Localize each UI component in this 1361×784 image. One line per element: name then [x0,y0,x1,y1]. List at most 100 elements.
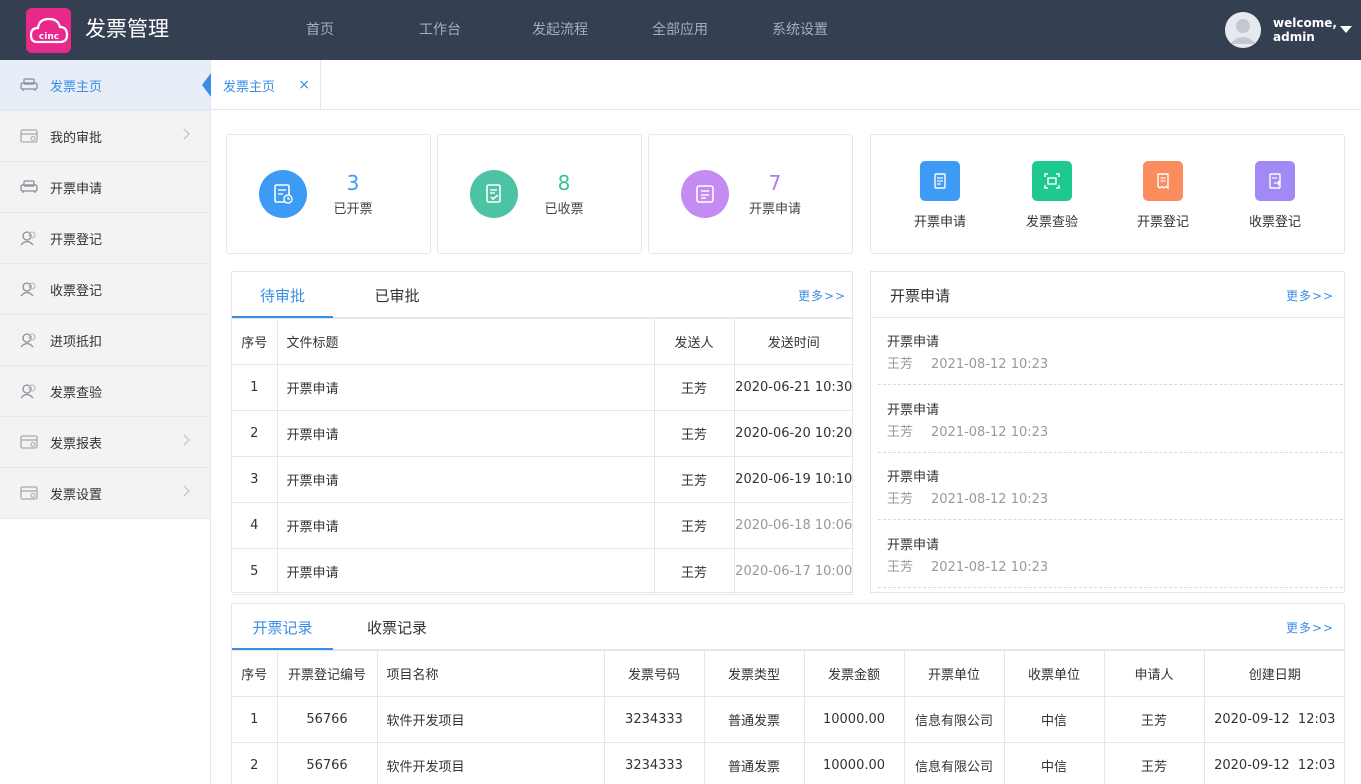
records-more-link[interactable]: 更多>> [1286,619,1334,636]
sidebar-item-invoice-verify[interactable]: 发票查验 [0,366,210,417]
stat-card-received[interactable]: 8 已收票 [437,134,642,254]
active-indicator [202,73,211,97]
table-row[interactable]: 2 开票申请 王芳 2020-06-20 10:20 [232,410,853,457]
quick-action-invoice-verify[interactable]: 发票查验 [1007,161,1097,230]
cell-created-date: 2020-09-12 12:03 [1203,696,1345,743]
card-icon [20,433,38,451]
tab-close-icon[interactable]: × [298,77,310,93]
cell-invoice-no: 3234333 [603,742,705,784]
apply-item-time: 2021-08-12 10:23 [931,492,1049,507]
top-bar: cinc 发票管理 首页 工作台 发起流程 全部应用 系统设置 welcome,… [0,0,1361,60]
topnav-start-process[interactable]: 发起流程 [500,0,620,60]
quick-action-receive-register[interactable]: 收票登记 [1230,161,1320,230]
col-register-no: 开票登记编号 [276,650,378,697]
apply-more-link[interactable]: 更多>> [1286,287,1334,304]
table-row[interactable]: 2 56766 软件开发项目 3234333 普通发票 10000.00 信息有限公司 中信王… [232,742,1345,784]
col-send-time: 发送时间 [733,318,853,365]
app-logo[interactable]: cinc [26,8,71,53]
quick-action-icon [1032,161,1072,201]
sidebar-item-home[interactable]: 发票主页 [0,60,211,111]
cloud-logo-icon: cinc [29,17,68,43]
stat-card-issued[interactable]: 3 已开票 [226,134,431,254]
table-row[interactable]: 3 开票申请 王芳 2020-06-19 10:10 [232,456,853,503]
cell-invoice-type: 普通发票 [703,742,805,784]
cell-applicant: 王芳 [1103,696,1205,743]
app-title: 发票管理 [85,17,169,41]
table-row[interactable]: 1 56766 软件开发项目 3234333 普通发票 10000.00 信息有限公司 中信王… [232,696,1345,743]
cell-register-no: 56766 [276,742,378,784]
sidebar-item-input-deduction[interactable]: 进项抵扣 [0,315,210,366]
cell-invoice-amount: 10000.00 [803,742,905,784]
apply-item-name: 王芳 [887,492,914,507]
table-row[interactable]: 5 开票申请 王芳 2020-06-17 10:00 [232,548,853,595]
col-sender: 发送人 [653,318,735,365]
col-invoice-type: 发票类型 [703,650,805,697]
sidebar-item-label: 收票登记 [50,283,103,299]
cell-invoice-amount: 10000.00 [803,696,905,743]
tab-issue-records[interactable]: 开票记录 [232,604,333,650]
sidebar-item-invoice-report[interactable]: 发票报表 [0,417,210,468]
cell-title: 开票申请 [276,410,655,457]
stat-icon [470,170,518,218]
cell-sender: 王芳 [653,456,735,503]
col-created-date: 创建日期 [1203,650,1345,697]
apply-item-title: 开票申请 [887,537,940,553]
list-item[interactable]: 开票申请 王芳 2021-08-12 10:23 [878,318,1343,385]
tab-approved[interactable]: 已审批 [347,272,447,318]
topnav-workbench[interactable]: 工作台 [380,0,500,60]
stat-label: 已开票 [333,202,373,217]
topnav-all-apps[interactable]: 全部应用 [620,0,740,60]
list-item[interactable]: 开票申请 王芳 2021-08-12 10:23 [878,453,1343,520]
apply-panel-header: 开票申请 更多>> [871,272,1344,318]
sidebar-item-invoice-issue-register[interactable]: 开票登记 [0,213,210,264]
sidebar-item-invoice-settings[interactable]: 发票设置 [0,468,210,519]
col-receiver: 收票单位 [1003,650,1105,697]
cell-sender: 王芳 [653,548,735,595]
sidebar-item-label: 进项抵扣 [50,334,103,350]
avatar[interactable] [1225,12,1261,48]
stat-icon [259,170,307,218]
apply-item-name: 王芳 [887,424,914,440]
approval-table-header: 序号 文件标题 发送人 发送时间 [232,318,853,365]
chevron-right-icon [178,128,190,140]
apply-item-meta: 王芳 2021-08-12 10:23 [887,556,1048,575]
sidebar-item-label: 开票申请 [50,181,103,197]
tab-pending-approval[interactable]: 待审批 [232,272,333,318]
approval-panel: 待审批 已审批 更多>> 序号 文件标题 发送人 发送时间 1 开票申请 王芳 202… [231,271,853,595]
sidebar-item-my-approval[interactable]: 我的审批 [0,111,210,162]
col-no: 序号 [232,650,278,697]
table-row[interactable]: 4 开票申请 王芳 2020-06-18 10:06 [232,502,853,549]
cell-sender: 王芳 [653,502,735,549]
sidebar-item-invoice-apply[interactable]: 开票申请 [0,162,210,213]
list-item[interactable]: 开票申请王芳 2021-08-12 10:23 [878,521,1343,588]
quick-action-invoice-apply[interactable]: 开票申请 [895,161,985,230]
cell-no: 1 [232,364,278,411]
col-no: 序号 [232,318,278,365]
cell-no: 4 [232,502,278,549]
apply-panel-title: 开票申请 [890,287,951,305]
stat-card-apply[interactable]: 7 开票申请 [648,134,853,254]
apply-item-meta: 王芳 2021-08-12 10:23 [887,488,1048,507]
tab-label: 发票主页 [223,79,276,95]
topnav-home[interactable]: 首页 [260,0,380,60]
users-icon [20,331,38,349]
quick-action-issue-register[interactable]: 开票登记 [1118,161,1208,230]
quick-action-label: 发票查验 [1025,215,1078,230]
topnav-system-settings[interactable]: 系统设置 [740,0,860,60]
col-title: 文件标题 [276,318,655,365]
tab-receive-records[interactable]: 收票记录 [347,604,447,650]
cell-invoice-no: 3234333 [603,696,705,743]
quick-action-label: 收票登记 [1248,215,1301,230]
user-greeting[interactable]: welcome, admin [1273,16,1337,44]
stat-icon [681,170,729,218]
sidebar-item-invoice-receive-register[interactable]: 收票登记 [0,264,210,315]
table-row[interactable]: 1 开票申请 王芳 2020-06-21 10:30 [232,364,853,411]
user-menu-caret-icon[interactable] [1340,26,1352,33]
tab-invoice-home[interactable]: 发票主页 × [211,60,321,110]
apply-item-title: 开票申请 [887,402,940,418]
col-applicant: 申请人 [1103,650,1205,697]
apply-item-meta: 王芳 2021-08-12 10:23 [887,353,1048,372]
list-item[interactable]: 开票申请 王芳 2021-08-12 10:23 [878,386,1343,453]
sidebar-item-label: 发票主页 [50,79,103,95]
approval-more-link[interactable]: 更多>> [798,287,846,304]
